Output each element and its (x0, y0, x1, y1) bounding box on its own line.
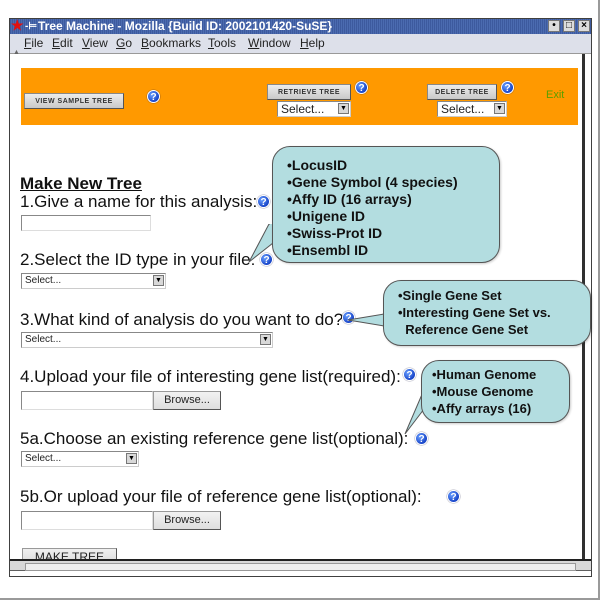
question-5a-label: 5a.Choose an existing reference gene lis… (20, 429, 409, 448)
callout-item: •Gene Symbol (4 species) (287, 174, 458, 190)
maximize-button[interactable]: □ (563, 20, 575, 32)
menu-go[interactable]: Go (116, 34, 132, 53)
question-2-label: 2.Select the ID type in your file: (20, 250, 256, 269)
menu-help[interactable]: Help (300, 34, 325, 53)
callout-item: •Affy arrays (16) (432, 401, 532, 416)
scrollbar-thumb[interactable] (25, 563, 576, 571)
menu-bar: ▲ File Edit View Go Bookmarks Tools Wind… (10, 34, 591, 56)
help-icon[interactable]: ? (355, 81, 368, 94)
analysis-name-input[interactable] (21, 215, 151, 231)
view-sample-tree-button[interactable]: VIEW SAMPLE TREE (24, 93, 124, 109)
reference-lists-callout: •Human Genome •Mouse Genome •Affy arrays… (421, 360, 570, 423)
callout-item: •Swiss-Prot ID (287, 225, 383, 241)
browse-button[interactable]: Browse... (153, 391, 221, 410)
exit-link[interactable]: Exit (546, 89, 564, 101)
menu-window[interactable]: Window (248, 34, 291, 53)
callout-item: •Mouse Genome (432, 384, 534, 399)
retrieve-tree-select[interactable]: Select... ▼ (277, 101, 351, 117)
chevron-down-icon: ▼ (338, 103, 349, 114)
help-icon[interactable]: ? (257, 195, 270, 208)
menu-bookmarks[interactable]: Bookmarks (141, 34, 201, 53)
id-types-callout: •LocusID •Gene Symbol (4 species) •Affy … (272, 146, 500, 263)
chevron-down-icon: ▼ (126, 453, 137, 464)
menu-file[interactable]: File (24, 34, 43, 53)
minimize-button[interactable]: • (548, 20, 560, 32)
retrieve-tree-button[interactable]: RETRIEVE TREE (267, 84, 351, 100)
help-icon[interactable]: ? (147, 90, 160, 103)
horizontal-scrollbar[interactable] (10, 559, 591, 571)
analysis-types-callout: •Single Gene Set •Interesting Gene Set v… (383, 280, 591, 346)
question-5b-label: 5b.Or upload your file of reference gene… (20, 487, 422, 506)
help-icon[interactable]: ? (403, 368, 416, 381)
question-3-label: 3.What kind of analysis do you want to d… (20, 310, 344, 329)
callout-item: •LocusID (287, 157, 348, 173)
interesting-gene-file-input[interactable] (21, 391, 153, 410)
chevron-down-icon: ▼ (153, 275, 164, 286)
close-button[interactable]: × (578, 20, 590, 32)
page-content: VIEW SAMPLE TREE ? RETRIEVE TREE ? Selec… (11, 54, 591, 567)
question-1-label: 1.Give a name for this analysis: (20, 192, 258, 211)
callout-item: •Ensembl ID (287, 242, 369, 258)
reference-gene-file-input[interactable] (21, 511, 153, 530)
menu-view[interactable]: View (82, 34, 108, 53)
title-bar[interactable]: ★ -⊨ Tree Machine - Mozilla {Build ID: 2… (10, 17, 591, 34)
callout-item: Reference Gene Set (398, 322, 529, 337)
browse-button[interactable]: Browse... (153, 511, 221, 530)
menu-edit[interactable]: Edit (52, 34, 73, 53)
delete-tree-button[interactable]: DELETE TREE (427, 84, 497, 100)
tree-toolbar: VIEW SAMPLE TREE ? RETRIEVE TREE ? Selec… (21, 68, 578, 125)
window-title: Tree Machine - Mozilla {Build ID: 200210… (38, 19, 333, 33)
page-title: Make New Tree (20, 174, 142, 193)
callout-item: •Affy ID (16 arrays) (287, 191, 412, 207)
help-icon[interactable]: ? (501, 81, 514, 94)
callout-item: •Unigene ID (287, 208, 366, 224)
question-4-label: 4.Upload your file of interesting gene l… (20, 367, 401, 386)
reference-list-select[interactable]: Select... ▼ (21, 451, 139, 467)
pin-icon[interactable]: -⊨ (25, 19, 37, 34)
analysis-type-select[interactable]: Select... ▼ (21, 332, 273, 348)
menu-tools[interactable]: Tools (208, 34, 236, 53)
callout-item: •Interesting Gene Set vs. (398, 305, 551, 320)
chevron-down-icon: ▼ (260, 334, 271, 345)
help-icon[interactable]: ? (447, 490, 460, 503)
app-star-icon: ★ (11, 17, 24, 33)
browser-window: ★ -⊨ Tree Machine - Mozilla {Build ID: 2… (9, 18, 592, 577)
callout-item: •Human Genome (432, 367, 537, 382)
callout-item: •Single Gene Set (398, 288, 502, 303)
callout-tail (347, 313, 385, 327)
delete-tree-select[interactable]: Select... ▼ (437, 101, 507, 117)
id-type-select[interactable]: Select... ▼ (21, 273, 166, 289)
chevron-down-icon: ▼ (494, 103, 505, 114)
